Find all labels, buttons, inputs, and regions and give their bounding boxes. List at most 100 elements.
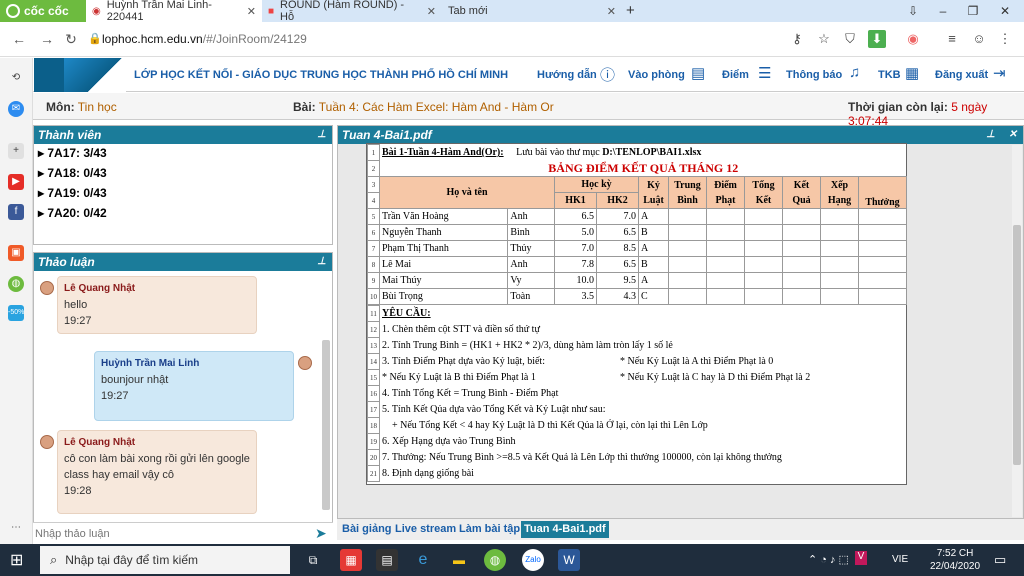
- url-field[interactable]: lophoc.hcm.edu.vn/#/JoinRoom/24129: [102, 32, 307, 46]
- pin-icon[interactable]: ⊥: [317, 253, 326, 271]
- close-tab-icon[interactable]: ✕: [427, 5, 436, 18]
- member-group-7a18[interactable]: ▸ 7A18: 0/43: [38, 166, 107, 180]
- row-number: 9: [367, 272, 380, 289]
- cell-hk1: 6.5: [554, 208, 597, 225]
- more-icon[interactable]: ⋯: [8, 520, 24, 536]
- member-group-7a20[interactable]: ▸ 7A20: 0/42: [38, 206, 107, 220]
- shield-icon[interactable]: ⛉: [841, 30, 859, 48]
- message-text: cô con làm bài xong rồi gửi lên google c…: [64, 453, 250, 481]
- calculator-icon[interactable]: ▤: [376, 549, 398, 571]
- pdf-scrollbar[interactable]: [1012, 145, 1022, 517]
- language-indicator[interactable]: VIE: [892, 554, 908, 565]
- nav-huong-dan[interactable]: Hướng dẫn: [537, 69, 597, 81]
- calendar-icon[interactable]: ▦: [905, 64, 919, 82]
- tab-huynh-tran-mai-linh[interactable]: ◉ Huỳnh Trần Mai Linh-220441 ✕: [86, 0, 262, 23]
- requirement-heading: YÊU CẦU:: [382, 308, 431, 319]
- requirement-item: 7. Thưởng: Nếu Trung Bình >=8.5 và Kết Q…: [382, 452, 782, 463]
- history-icon[interactable]: ⟲: [8, 70, 24, 86]
- download-icon[interactable]: ⇩: [898, 0, 928, 22]
- close-tab-icon[interactable]: ✕: [247, 5, 256, 18]
- playlist-icon[interactable]: ≡: [943, 30, 961, 48]
- tab-round[interactable]: ■ ROUND (Hàm ROUND) - Hỗ ✕: [262, 0, 442, 23]
- back-icon[interactable]: ←: [10, 30, 28, 48]
- nav-tkb[interactable]: TKB: [878, 69, 901, 81]
- messenger-icon[interactable]: ✉: [8, 101, 24, 117]
- time-remaining: Thời gian còn lại: 5 ngày 3:07:44: [848, 100, 1024, 128]
- cell: [820, 272, 859, 289]
- tab-live-stream[interactable]: Live stream: [392, 521, 459, 538]
- reload-icon[interactable]: ↻: [62, 30, 80, 48]
- row-number: 6: [367, 224, 380, 241]
- header-ky-luat: Kỷ Luật: [638, 176, 669, 209]
- close-window-icon[interactable]: ✕: [990, 0, 1020, 22]
- star-icon[interactable]: ☆: [815, 30, 833, 48]
- vietkey-icon[interactable]: V: [855, 551, 867, 565]
- bell-icon[interactable]: ♫: [849, 64, 860, 81]
- taskbar-search[interactable]: ⌕ Nhập tại đây để tìm kiếm: [40, 546, 290, 574]
- windows-start-icon[interactable]: ⊞: [10, 550, 23, 570]
- forward-icon[interactable]: →: [38, 30, 56, 48]
- task-view-icon[interactable]: ⧉: [302, 549, 324, 571]
- logout-icon[interactable]: ⇥: [993, 64, 1006, 82]
- coccoc-menu-button[interactable]: cốc cốc: [0, 0, 86, 22]
- subject-value: Tin học: [77, 100, 117, 114]
- coccoc-taskbar-icon[interactable]: ◍: [484, 549, 506, 571]
- send-icon[interactable]: ➤: [315, 525, 327, 542]
- zalo-icon[interactable]: Zalo: [522, 549, 544, 571]
- edge-icon[interactable]: e: [412, 549, 434, 571]
- savior-download-icon[interactable]: ⬇: [868, 30, 886, 48]
- list-icon[interactable]: ☰: [758, 64, 771, 82]
- member-group-7a17[interactable]: ▸ 7A17: 3/43: [38, 146, 107, 160]
- clock-date: 22/04/2020: [930, 561, 981, 572]
- new-tab-button[interactable]: +: [626, 2, 635, 19]
- gift-app-icon[interactable]: ▦: [340, 549, 362, 571]
- close-tab-icon[interactable]: ✕: [607, 5, 616, 18]
- pdf-scroll-thumb[interactable]: [1013, 225, 1021, 465]
- discount-icon[interactable]: -50%: [8, 305, 24, 321]
- tab-lam-bai-tap[interactable]: Làm bài tập: [456, 521, 523, 538]
- row-number: 8: [367, 256, 380, 273]
- nav-vao-phong[interactable]: Vào phòng: [628, 69, 685, 81]
- menu-dots-icon[interactable]: ⋮: [996, 30, 1014, 48]
- nav-thong-bao[interactable]: Thông báo: [786, 69, 842, 81]
- nav-diem[interactable]: Điểm: [722, 69, 749, 81]
- facebook-icon[interactable]: f: [8, 204, 24, 220]
- word-icon[interactable]: W: [558, 549, 580, 571]
- close-panel-icon[interactable]: ✕: [1009, 126, 1017, 144]
- cell: [706, 224, 745, 241]
- coccoc-green-icon[interactable]: ◍: [8, 276, 24, 292]
- chat-input[interactable]: [35, 526, 305, 542]
- cell-hk2: 9.5: [596, 272, 639, 289]
- tab-bai-giang[interactable]: Bài giảng: [339, 521, 395, 538]
- tab-new[interactable]: Tab mới ✕: [442, 0, 622, 22]
- system-tray-icons[interactable]: ⌃ ◔ ♪ ⬚: [808, 553, 849, 566]
- key-icon[interactable]: ⚷: [788, 30, 806, 48]
- requirement-item: 3. Tính Điểm Phạt dựa vào Kỷ luật, biết:…: [380, 354, 907, 370]
- extension-icon[interactable]: ◉: [904, 30, 922, 48]
- minimize-icon[interactable]: –: [928, 0, 958, 22]
- row-number: 11: [367, 305, 380, 322]
- cell: [744, 288, 783, 305]
- add-icon[interactable]: +: [8, 143, 24, 159]
- nav-dang-xuat[interactable]: Đăng xuất: [935, 69, 988, 81]
- cell-ten: Thủy: [507, 240, 555, 257]
- discussion-scrollbar[interactable]: [322, 340, 330, 510]
- cell-ky-luat: A: [638, 240, 669, 257]
- taskbar-clock[interactable]: 7:52 CH 22/04/2020: [930, 547, 980, 573]
- account-icon[interactable]: ☺: [970, 30, 988, 48]
- notification-icon[interactable]: ▭: [994, 552, 1006, 568]
- shopping-icon[interactable]: ▣: [8, 245, 24, 261]
- header-ket-qua: Kết Quả: [782, 176, 821, 209]
- tab-tuan4-bai1-pdf[interactable]: Tuan 4-Bai1.pdf: [521, 521, 609, 538]
- restore-icon[interactable]: ❐: [958, 0, 988, 22]
- cell: [782, 208, 821, 225]
- youtube-icon[interactable]: ▶: [8, 174, 24, 190]
- pin-icon[interactable]: ⊥: [986, 126, 995, 144]
- file-explorer-icon[interactable]: ▬: [448, 549, 470, 571]
- book-icon[interactable]: ▤: [691, 64, 705, 82]
- member-group-7a19[interactable]: ▸ 7A19: 0/43: [38, 186, 107, 200]
- table-row: 16 4. Tính Tổng Kết = Trung Bình - Điểm P…: [367, 385, 907, 402]
- help-icon[interactable]: ⓘ: [600, 64, 615, 85]
- time-label: Thời gian còn lại:: [848, 100, 948, 114]
- pin-icon[interactable]: ⊥: [317, 126, 326, 144]
